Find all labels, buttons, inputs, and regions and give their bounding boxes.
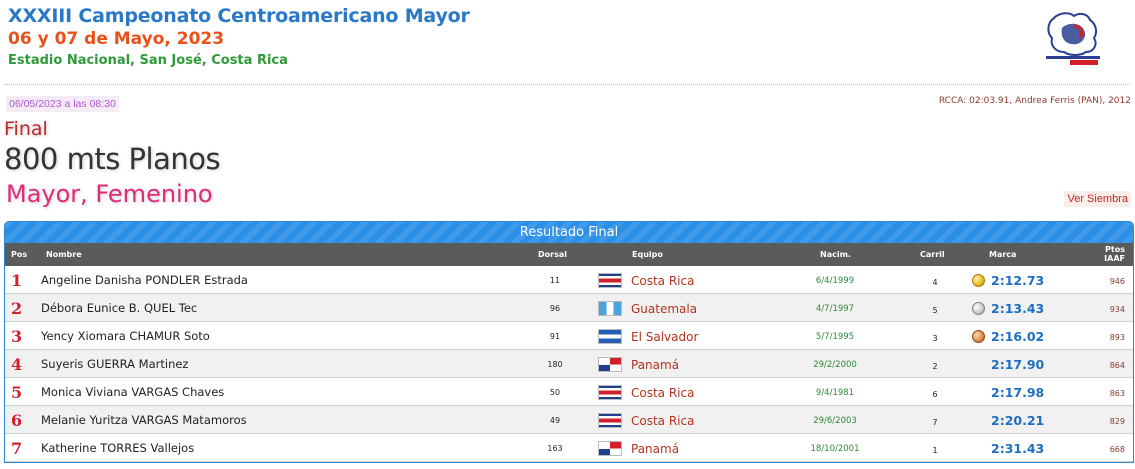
col-header-mark: Marca [989,250,1017,259]
team-name: Guatemala [631,302,698,316]
result-time: 2:17.98 [991,385,1045,400]
championship-title: XXXIII Campeonato Centroamericano Mayor [8,5,470,27]
flag-cr-icon [598,413,622,428]
event-category: Mayor, Femenino [6,180,213,208]
iaaf-points: 934 [1109,305,1125,314]
table-row: 4 Suyeris GUERRA Martinez 180 Panamá 29/… [5,350,1133,378]
athlete-bib: 11 [549,276,561,285]
flag-sv-icon [598,329,622,344]
view-seeding-link[interactable]: Ver Siembra [1064,191,1131,207]
table-row: 2 Débora Eunice B. QUEL Tec 96 Guatemala… [5,294,1133,322]
gold-medal-icon [972,274,985,287]
athlete-name: Katherine TORRES Vallejos [41,441,195,455]
athlete-name: Débora Eunice B. QUEL Tec [41,301,198,315]
championship-dates: 06 y 07 de Mayo, 2023 [8,29,225,49]
team-name: Panamá [631,442,680,456]
result-time: 2:12.73 [991,273,1045,288]
championship-venue: Estadio Nacional, San José, Costa Rica [8,53,288,68]
col-header-pos: Pos [11,250,28,259]
lane-number: 5 [932,306,938,315]
athlete-birthdate: 5/7/1995 [815,332,855,342]
iaaf-points: 893 [1109,333,1125,342]
lane-number: 6 [932,390,938,399]
team-name: Panamá [631,358,680,372]
team-name: Costa Rica [631,274,695,288]
iaaf-points: 864 [1109,361,1125,370]
result-position: 7 [11,439,23,458]
result-position: 3 [11,327,23,346]
table-row: 6 Melanie Yuritza VARGAS Matamoros 49 Co… [5,406,1133,434]
col-header-lane: Carril [920,250,945,259]
iaaf-points: 668 [1109,445,1125,454]
result-time: 2:17.90 [991,357,1045,372]
athlete-birthdate: 4/7/1997 [815,304,855,314]
event-round: Final [4,118,48,140]
event-timestamp: 06/05/2023 a las 08:30 [6,96,119,112]
athlete-bib: 50 [549,388,561,397]
athlete-birthdate: 18/10/2001 [810,444,860,454]
iaaf-points: 863 [1109,389,1125,398]
iaaf-points: 829 [1109,417,1125,426]
col-header-team: Equipo [632,250,663,259]
col-header-name: Nombre [46,250,82,259]
result-position: 6 [11,411,23,430]
team-name: Costa Rica [631,386,695,400]
col-header-dorsal: Dorsal [538,250,567,259]
result-position: 4 [11,355,23,374]
results-header-row: Pos Nombre Dorsal Equipo Nacim. Carril M… [5,243,1133,266]
athlete-bib: 180 [547,360,563,369]
results-body: 1 Angeline Danisha PONDLER Estrada 11 Co… [5,266,1133,462]
result-time: 2:20.21 [991,413,1045,428]
iaaf-points: 946 [1109,277,1125,286]
athlete-name: Yency Xiomara CHAMUR Soto [41,329,210,343]
athlete-birthdate: 29/6/2003 [813,416,857,426]
result-time: 2:16.02 [991,329,1045,344]
athlete-name: Angeline Danisha PONDLER Estrada [41,273,248,287]
athlete-birthdate: 29/2/2000 [813,360,857,370]
table-row: 7 Katherine TORRES Vallejos 163 Panamá 1… [5,434,1133,462]
silver-medal-icon [972,302,985,315]
athlete-birthdate: 6/4/1999 [815,276,855,286]
flag-pa-icon [598,357,622,372]
flag-pa-icon [598,441,622,456]
lane-number: 3 [932,334,938,343]
team-name: El Salvador [631,330,699,344]
athlete-bib: 91 [549,332,561,341]
col-header-birth: Nacim. [820,250,851,259]
table-row: 3 Yency Xiomara CHAMUR Soto 91 El Salvad… [5,322,1133,350]
lane-number: 2 [932,362,938,371]
athlete-name: Melanie Yuritza VARGAS Matamoros [41,413,247,427]
flag-cr-icon [598,385,622,400]
lane-number: 4 [932,278,938,287]
col-header-points: Ptos IAAF [1104,245,1125,263]
athlete-bib: 49 [549,416,561,425]
results-table: Resultado Final Pos Nombre Dorsal Equipo… [4,221,1134,463]
lane-number: 7 [932,418,938,427]
flag-cr-icon [598,273,622,288]
athlete-bib: 163 [547,444,563,453]
results-banner: Resultado Final [5,222,1133,243]
table-row: 1 Angeline Danisha PONDLER Estrada 11 Co… [5,266,1133,294]
bronze-medal-icon [972,330,985,343]
result-position: 5 [11,383,23,402]
table-row: 5 Monica Viviana VARGAS Chaves 50 Costa … [5,378,1133,406]
result-time: 2:13.43 [991,301,1045,316]
lane-number: 1 [932,446,938,455]
result-position: 2 [11,299,23,318]
athlete-bib: 96 [549,304,561,313]
result-time: 2:31.43 [991,441,1045,456]
athlete-name: Monica Viviana VARGAS Chaves [41,385,225,399]
athlete-birthdate: 9/4/1981 [815,388,855,398]
athlete-name: Suyeris GUERRA Martinez [41,357,189,371]
header-separator [5,84,1130,85]
team-name: Costa Rica [631,414,695,428]
result-position: 1 [11,271,23,290]
event-name: 800 mts Planos [4,142,221,176]
championship-record: RCCA: 02:03.91, Andrea Ferris (PAN), 201… [938,96,1131,106]
championship-logo [1046,12,1100,65]
flag-gt-icon [598,301,622,316]
